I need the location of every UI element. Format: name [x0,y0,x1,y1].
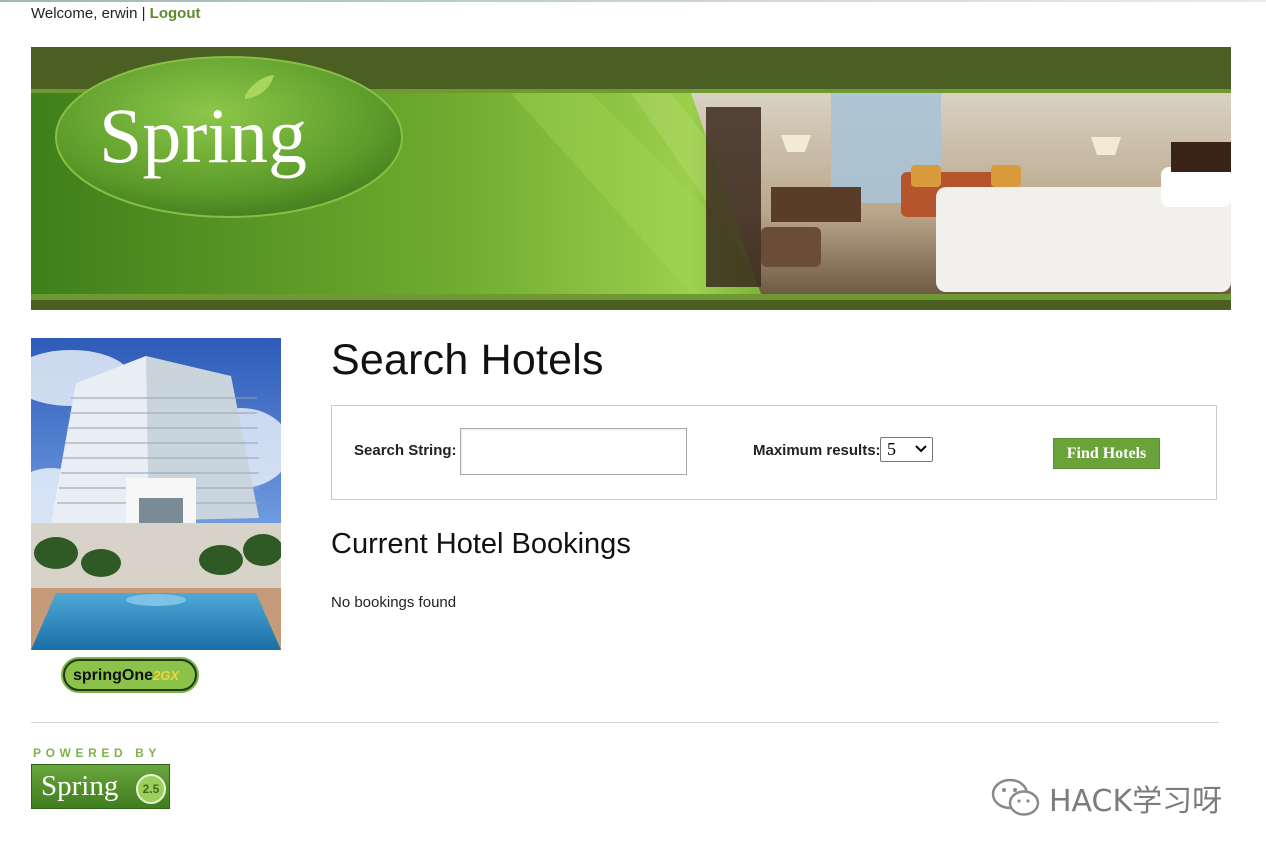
welcome-text: Welcome, erwin | [31,5,146,22]
no-bookings-message: No bookings found [331,594,457,611]
footer-divider [31,722,1219,723]
welcome-bar: Welcome, erwin | Logout [31,5,200,22]
chevron-down-icon [915,445,927,453]
powered-by-label: POWERED BY [33,746,162,760]
hotel-tower-photo [31,338,281,650]
search-string-label: Search String: [354,442,457,459]
banner-logo-text: Spring [99,92,307,179]
find-hotels-button[interactable]: Find Hotels [1053,438,1160,469]
top-border-line [0,0,1266,2]
hotel-search-form: Search String: Maximum results: 5 Find H… [331,405,1217,500]
page-title: Search Hotels [331,336,604,384]
logout-link[interactable]: Logout [150,5,201,22]
max-results-select[interactable]: 5 [880,437,933,462]
max-results-value: 5 [887,439,896,459]
bookings-heading: Current Hotel Bookings [331,528,631,560]
springone-badge-suffix: 2GX [152,668,180,683]
powered-logo-text: Spring [41,770,119,802]
wechat-icon [991,778,1040,816]
wechat-watermark: HACK学习呀 [991,776,1222,820]
spring-version-icon: 2.5 [136,774,166,804]
springone-2gx-badge: springOne 2GX [61,657,199,693]
springone-badge-text: springOne [73,667,153,684]
max-results-label: Maximum results: [753,442,881,459]
powered-by-spring-logo: Spring 2.5 [31,764,170,809]
header-banner: Spring [31,47,1231,310]
watermark-text: HACK学习呀 [1049,784,1223,819]
banner-graphic: Spring [31,47,1231,310]
search-string-input[interactable] [460,428,687,475]
